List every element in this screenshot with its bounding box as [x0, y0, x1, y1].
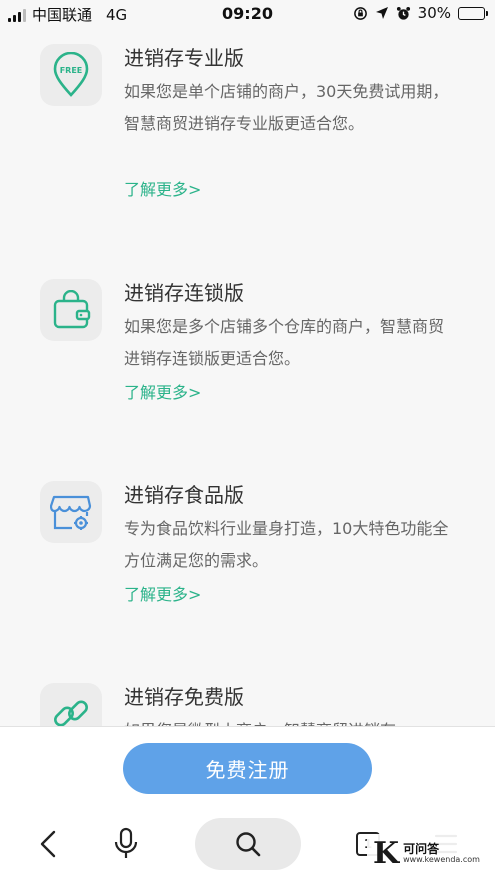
rotation-lock-icon [353, 6, 367, 20]
product-title: 进销存免费版 [124, 685, 244, 709]
product-icon-box [40, 481, 102, 543]
register-panel: 免费注册 [0, 726, 495, 814]
browser-nav-bar: 1 K 可问答 www.kewenda.com [0, 814, 495, 880]
status-bar: 中国联通 4G 09:20 30% [0, 0, 495, 28]
free-register-button[interactable]: 免费注册 [123, 743, 372, 794]
alarm-icon [396, 6, 410, 20]
product-list[interactable]: FREE 进销存专业版 如果您是单个店铺的商户，30天免费试用期，智慧商贸进销存… [0, 28, 495, 726]
watermark: K 可问答 www.kewenda.com [367, 834, 491, 874]
watermark-logo-icon: K [373, 836, 400, 871]
product-title: 进销存专业版 [124, 46, 244, 70]
wallet-bag-icon [53, 290, 91, 329]
battery-icon [458, 6, 488, 20]
voice-button[interactable] [104, 818, 148, 870]
product-description: 如果您是单个店铺的商户，30天免费试用期，智慧商贸进销存专业版更适合您。 [124, 82, 449, 133]
product-icon-box [40, 279, 102, 341]
product-description: 专为食品饮料行业量身打造，10大特色功能全方位满足您的需求。 [124, 519, 449, 570]
location-arrow-icon [375, 7, 388, 19]
product-title: 进销存连锁版 [124, 281, 244, 305]
link-chain-icon [54, 700, 88, 726]
search-button[interactable] [195, 818, 301, 870]
status-right: 30% [353, 4, 488, 22]
product-icon-box [40, 683, 102, 726]
battery-percent: 30% [417, 4, 451, 22]
product-description: 如果您是微型小商户，智慧商贸进销存 [124, 715, 454, 726]
storefront-gear-icon [50, 495, 92, 530]
learn-more-link[interactable]: 了解更多> [124, 581, 201, 605]
watermark-url: www.kewenda.com [403, 855, 480, 865]
back-arrow-icon [40, 830, 56, 858]
product-icon-box: FREE [40, 44, 102, 106]
free-icon-text: FREE [60, 66, 83, 75]
free-location-pin-icon: FREE [53, 52, 89, 97]
product-description: 如果您是多个店铺多个仓库的商户，智慧商贸进销存连锁版更适合您。 [124, 317, 445, 368]
microphone-icon [114, 827, 138, 858]
watermark-text: 可问答 www.kewenda.com [403, 842, 480, 865]
search-icon [236, 832, 261, 857]
back-button[interactable] [26, 818, 70, 870]
product-title: 进销存食品版 [124, 483, 244, 507]
learn-more-link[interactable]: 了解更多> [124, 176, 201, 200]
learn-more-link[interactable]: 了解更多> [124, 379, 201, 403]
